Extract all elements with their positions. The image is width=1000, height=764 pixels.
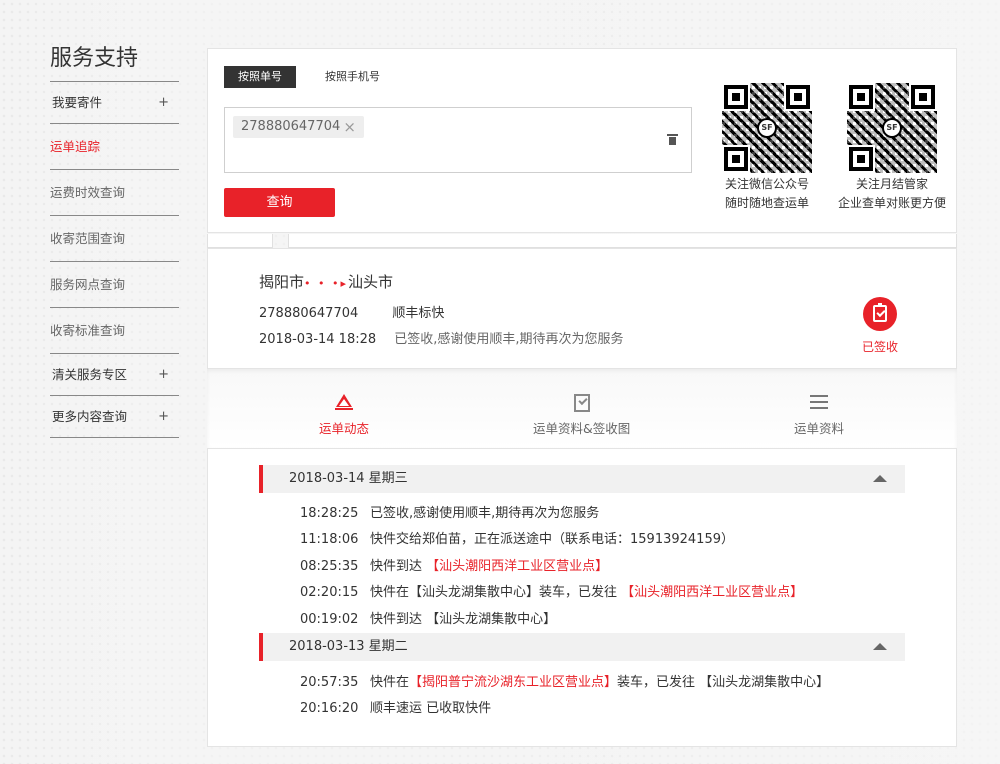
- sidebar: 服务支持 我要寄件 + 运单追踪 运费时效查询 收寄范围查询 服务网点查询 收寄…: [50, 44, 179, 438]
- tab-by-waybill[interactable]: 按照单号: [224, 66, 296, 88]
- sidebar-item-label: 运单追踪: [50, 139, 101, 154]
- sidebar-item-label: 清关服务专区: [52, 367, 128, 382]
- waybill-chip-value: 278880647704: [241, 119, 341, 134]
- sidebar-item-standard-query[interactable]: 收寄标准查询: [50, 308, 179, 354]
- event-time: 20:57:35: [300, 675, 359, 690]
- result-tab-header-1[interactable]: [207, 234, 273, 248]
- event-text: 快件在【汕头龙湖集散中心】装车，已发往: [370, 585, 622, 600]
- list-icon: [810, 394, 828, 412]
- route-icon: [335, 394, 353, 412]
- tab-by-phone[interactable]: 按照手机号: [325, 66, 380, 88]
- event-time: 11:18:06: [300, 532, 359, 547]
- sidebar-item-label: 更多内容查询: [52, 409, 128, 424]
- list-item: 02:20:15 快件在【汕头龙湖集散中心】装车，已发往 【汕头潮阳西洋工业区营业…: [300, 581, 803, 600]
- event-time: 00:19:02: [300, 612, 359, 627]
- list-item: 08:25:35 快件到达 【汕头潮阳西洋工业区营业点】: [300, 555, 608, 574]
- sidebar-item-label: 收寄范围查询: [50, 231, 126, 246]
- list-item: 18:28:25 已签收,感谢使用顺丰,期待再次为您服务: [300, 502, 599, 521]
- detail-tabs: 运单动态 运单资料&签收图 运单资料: [207, 368, 957, 449]
- tab-label: 运单资料&签收图: [533, 421, 631, 436]
- arrow-icon: ▸: [340, 277, 349, 290]
- result-panel: 揭阳市• • •▸汕头市 278880647704 顺丰标快 2018-03-1…: [207, 248, 957, 747]
- sidebar-item-customs[interactable]: 清关服务专区 +: [50, 354, 179, 396]
- list-item: 20:57:35 快件在【揭阳普宁流沙湖东工业区营业点】装车，已发往 【汕头龙湖集…: [300, 671, 829, 690]
- waybill-summary: 278880647704 顺丰标快: [259, 302, 444, 321]
- sidebar-item-label: 我要寄件: [52, 95, 103, 110]
- sidebar-item-outlet-query[interactable]: 服务网点查询: [50, 262, 179, 308]
- tab-label: 运单资料: [794, 421, 845, 436]
- sidebar-item-label: 服务网点查询: [50, 277, 126, 292]
- event-text: 快件到达: [370, 559, 427, 574]
- event-text-tail: 装车，已发往 【汕头龙湖集散中心】: [617, 675, 830, 690]
- qr-caption-line2: 企业查单对账更方便: [837, 196, 946, 210]
- destination-city: 汕头市: [348, 273, 394, 291]
- sf-logo: SF: [882, 118, 902, 138]
- tab-waybill-info[interactable]: 运单资料: [794, 394, 844, 437]
- waybill-input[interactable]: 278880647704 ×: [224, 107, 692, 173]
- collapse-caret-icon[interactable]: [873, 643, 887, 650]
- result-tab-header-2[interactable]: [288, 234, 957, 248]
- plus-icon[interactable]: +: [158, 396, 169, 438]
- tab-tracking[interactable]: 运单动态: [319, 394, 369, 437]
- sf-logo: SF: [757, 118, 777, 138]
- qr-caption-line2: 随时随地查运单: [724, 196, 809, 210]
- day-header[interactable]: 2018-03-13 星期二: [259, 633, 905, 661]
- plus-icon[interactable]: +: [158, 354, 169, 396]
- tab-waybill-signature[interactable]: 运单资料&签收图: [533, 394, 630, 437]
- monthly-qr-block: SF 关注月结管家 企业查单对账更方便: [829, 83, 955, 211]
- event-time: 20:16:20: [300, 701, 359, 716]
- sidebar-title: 服务支持: [50, 44, 179, 82]
- route-header: 揭阳市• • •▸汕头市: [259, 271, 393, 292]
- route-dots: • • •: [304, 277, 341, 290]
- event-time: 02:20:15: [300, 585, 359, 600]
- latest-status-row: 2018-03-14 18:28 已签收,感谢使用顺丰,期待再次为您服务: [259, 328, 624, 347]
- event-time: 18:28:25: [300, 506, 359, 521]
- sidebar-item-label: 运费时效查询: [50, 185, 126, 200]
- event-text: 顺丰速运 已收取快件: [370, 701, 492, 716]
- waybill-chip: 278880647704 ×: [233, 116, 364, 138]
- list-item: 11:18:06 快件交给郑伯苗，正在派送途中（联系电话：15913924159）: [300, 528, 734, 547]
- sidebar-item-tracking[interactable]: 运单追踪: [50, 124, 179, 170]
- event-text: 已签收,感谢使用顺丰,期待再次为您服务: [370, 506, 600, 521]
- event-time: 08:25:35: [300, 559, 359, 574]
- service-type: 顺丰标快: [392, 306, 445, 321]
- latest-time: 2018-03-14 18:28: [259, 332, 377, 347]
- list-item: 00:19:02 快件到达 【汕头龙湖集散中心】: [300, 608, 556, 627]
- event-location: 【汕头潮阳西洋工业区营业点】: [426, 559, 609, 574]
- day-date: 2018-03-14 星期三: [289, 471, 408, 486]
- event-text: 快件交给郑伯苗，正在派送途中（联系电话：15913924159）: [370, 532, 734, 547]
- sidebar-item-freight-query[interactable]: 运费时效查询: [50, 170, 179, 216]
- tab-label: 运单动态: [319, 421, 370, 436]
- latest-status: 已签收,感谢使用顺丰,期待再次为您服务: [394, 332, 624, 347]
- query-button[interactable]: 查询: [224, 188, 335, 217]
- trash-icon[interactable]: [667, 134, 678, 145]
- sidebar-item-send[interactable]: 我要寄件 +: [50, 82, 179, 124]
- plus-icon[interactable]: +: [158, 82, 169, 124]
- event-location: 【揭阳普宁流沙湖东工业区营业点】: [409, 675, 618, 690]
- event-text: 快件到达 【汕头龙湖集散中心】: [370, 612, 557, 627]
- sidebar-item-more[interactable]: 更多内容查询 +: [50, 396, 179, 438]
- waybill-number: 278880647704: [259, 306, 359, 321]
- status-badge: 已签收: [860, 297, 900, 355]
- event-location: 【汕头潮阳西洋工业区营业点】: [621, 585, 804, 600]
- list-item: 20:16:20 顺丰速运 已收取快件: [300, 697, 491, 716]
- query-panel: 按照单号 按照手机号 278880647704 × 查询 SF 关注微信公众号 …: [207, 48, 957, 233]
- qr-caption-line1: 关注月结管家: [855, 177, 928, 191]
- sidebar-item-label: 收寄标准查询: [50, 323, 126, 338]
- signed-clipboard-icon: [863, 297, 897, 331]
- wechat-qr-block: SF 关注微信公众号 随时随地查运单: [704, 83, 830, 211]
- qr-caption-line1: 关注微信公众号: [724, 177, 809, 191]
- collapse-caret-icon[interactable]: [873, 475, 887, 482]
- qr-code-icon: SF: [847, 83, 937, 173]
- close-icon[interactable]: ×: [343, 116, 356, 138]
- check-icon: [573, 394, 590, 412]
- day-header[interactable]: 2018-03-14 星期三: [259, 465, 905, 493]
- status-label: 已签收: [861, 340, 898, 354]
- day-date: 2018-03-13 星期二: [289, 639, 408, 654]
- event-text: 快件在: [370, 675, 410, 690]
- sidebar-item-range-query[interactable]: 收寄范围查询: [50, 216, 179, 262]
- qr-code-icon: SF: [722, 83, 812, 173]
- origin-city: 揭阳市: [259, 273, 305, 291]
